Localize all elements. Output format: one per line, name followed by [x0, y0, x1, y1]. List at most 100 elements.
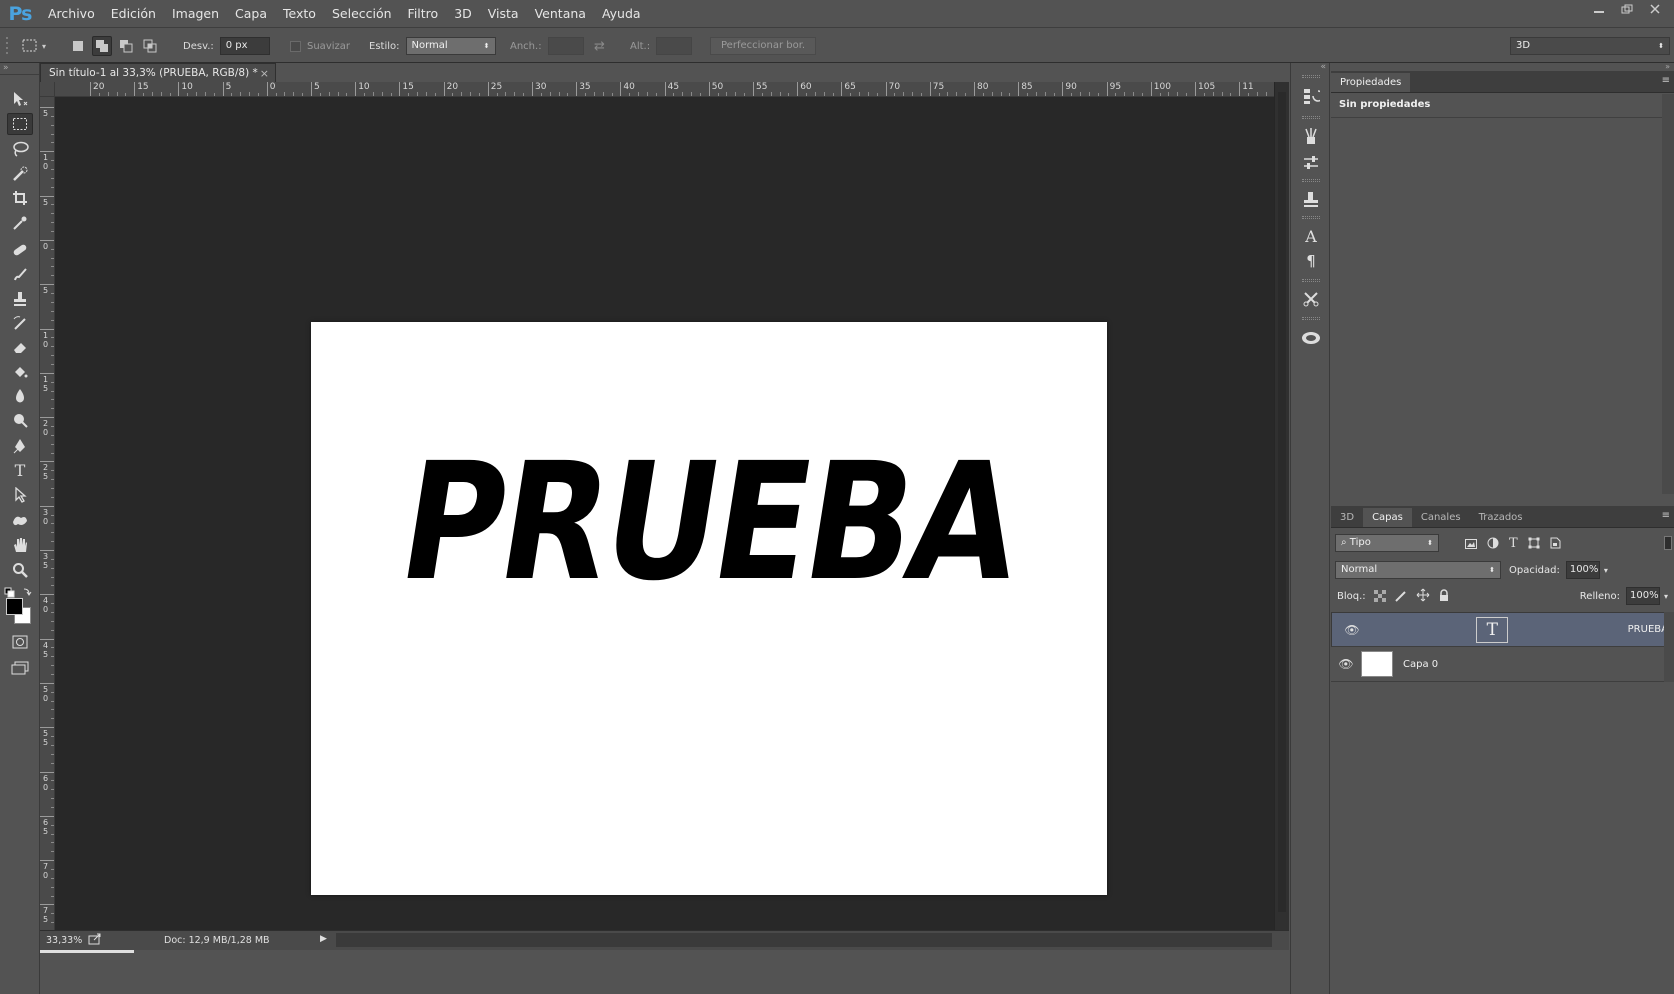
antialias-checkbox[interactable]	[290, 40, 301, 52]
close-window-button[interactable]	[1644, 2, 1666, 18]
menu-seleccion[interactable]: Selección	[324, 0, 400, 27]
ruler-origin[interactable]	[40, 82, 55, 97]
close-document-icon[interactable]: ×	[260, 67, 269, 80]
bottom-scroll-thumb[interactable]	[40, 950, 134, 953]
dock-grip[interactable]	[1302, 317, 1320, 320]
visibility-eye-icon[interactable]: 👁	[1337, 622, 1367, 638]
dock-grip[interactable]	[1302, 75, 1320, 78]
panel-menu-icon[interactable]: ≡	[1662, 510, 1670, 521]
type-tool-icon[interactable]: T	[7, 459, 33, 481]
tab-trazados[interactable]: Trazados	[1470, 508, 1532, 527]
blend-mode-select[interactable]: Normal ⬍	[1335, 561, 1501, 579]
opacity-input[interactable]: 100%	[1565, 561, 1600, 579]
panel-menu-icon[interactable]: ≡	[1662, 75, 1670, 86]
tab-3d[interactable]: 3D	[1331, 508, 1363, 527]
menu-3d[interactable]: 3D	[446, 0, 480, 27]
subtract-from-selection-icon[interactable]	[116, 36, 136, 56]
tab-propiedades[interactable]: Propiedades	[1331, 73, 1411, 92]
dock-grip[interactable]	[1302, 216, 1320, 219]
document-tab[interactable]: Sin título-1 al 33,3% (PRUEBA, RGB/8) * …	[40, 63, 276, 82]
default-colors-icon[interactable]	[4, 584, 34, 598]
dock-grip[interactable]	[1302, 279, 1320, 282]
quick-selection-tool-icon[interactable]	[7, 163, 33, 185]
brush-tool-icon[interactable]	[7, 263, 33, 285]
dock-grip[interactable]	[1302, 179, 1320, 182]
menu-vista[interactable]: Vista	[480, 0, 527, 27]
dock-collapse-icon[interactable]: «	[1291, 63, 1329, 73]
fill-dropdown-icon[interactable]: ▾	[1664, 592, 1668, 601]
menu-texto[interactable]: Texto	[275, 0, 324, 27]
eyedropper-tool-icon[interactable]	[7, 212, 33, 234]
layer-row-capa-0[interactable]: 👁 Capa 0	[1331, 647, 1674, 682]
menu-capa[interactable]: Capa	[227, 0, 275, 27]
quick-mask-icon[interactable]	[7, 631, 33, 653]
rectangular-marquee-tool-icon[interactable]	[7, 113, 33, 135]
layer-name[interactable]: Capa 0	[1403, 659, 1438, 670]
lock-position-icon[interactable]	[1416, 587, 1430, 606]
custom-shape-tool-icon[interactable]	[7, 509, 33, 531]
workspace-select[interactable]: 3D ⬍	[1510, 37, 1670, 55]
panel-collapse-grip[interactable]	[4, 28, 10, 64]
healing-brush-tool-icon[interactable]	[7, 239, 33, 261]
filter-shape-icon[interactable]	[1528, 534, 1540, 553]
lasso-tool-icon[interactable]	[7, 138, 33, 160]
eraser-tool-icon[interactable]	[7, 336, 33, 358]
pen-tool-icon[interactable]	[7, 435, 33, 457]
new-selection-icon[interactable]	[68, 36, 88, 56]
vertical-scrollbar[interactable]	[1274, 82, 1289, 950]
tool-presets-icon[interactable]	[1299, 288, 1323, 310]
export-icon[interactable]	[88, 933, 102, 948]
foreground-color-swatch[interactable]	[6, 598, 23, 615]
hand-tool-icon[interactable]	[7, 534, 33, 556]
dodge-tool-icon[interactable]	[7, 409, 33, 431]
menu-filtro[interactable]: Filtro	[400, 0, 447, 27]
menu-ventana[interactable]: Ventana	[527, 0, 594, 27]
add-to-selection-icon[interactable]	[92, 36, 112, 56]
history-panel-icon[interactable]	[1299, 85, 1323, 107]
preset-dropdown-icon[interactable]: ▾	[42, 42, 46, 51]
lock-image-icon[interactable]	[1394, 587, 1408, 606]
move-tool-icon[interactable]	[7, 88, 33, 110]
menu-imagen[interactable]: Imagen	[164, 0, 227, 27]
visibility-eye-icon[interactable]: 👁	[1331, 657, 1361, 671]
dock-grip[interactable]	[1302, 116, 1320, 119]
character-panel-icon[interactable]: A	[1299, 225, 1323, 247]
filter-adjustment-icon[interactable]	[1487, 534, 1499, 553]
opacity-dropdown-icon[interactable]: ▾	[1604, 566, 1608, 575]
clone-stamp-tool-icon[interactable]	[7, 288, 33, 310]
lock-all-icon[interactable]	[1438, 587, 1450, 606]
marquee-preset-icon[interactable]	[20, 36, 40, 56]
lock-transparent-icon[interactable]	[1373, 587, 1386, 606]
fill-input[interactable]: 100%	[1625, 587, 1660, 605]
panel-collapse-arrows-icon[interactable]: »	[1331, 63, 1674, 71]
restore-button[interactable]	[1616, 2, 1638, 18]
zoom-tool-icon[interactable]	[7, 559, 33, 581]
image-canvas[interactable]: PRUEBA	[311, 322, 1107, 895]
layer-row-prueba[interactable]: 👁 T PRUEBA	[1331, 612, 1674, 647]
filter-type-icon[interactable]: T	[1509, 536, 1518, 551]
clone-source-icon[interactable]	[1299, 188, 1323, 210]
properties-scrollbar[interactable]	[1662, 94, 1674, 494]
filter-pixel-icon[interactable]	[1465, 534, 1477, 553]
brush-presets-icon[interactable]	[1299, 125, 1323, 147]
layer-filter-select[interactable]: ⌕ Tipo ⬍	[1335, 534, 1439, 552]
crop-tool-icon[interactable]	[7, 187, 33, 209]
history-brush-tool-icon[interactable]	[7, 312, 33, 334]
paragraph-panel-icon[interactable]: ¶	[1299, 250, 1323, 272]
filter-smart-object-icon[interactable]	[1550, 534, 1561, 553]
tools-collapse-icon[interactable]: »	[0, 63, 39, 75]
vertical-ruler[interactable]: 5 1 0 5 0 5 1 0 1 5 2 0 2 5 3 0 3 5 4 0 4 5 5 0 5 5 6 0…	[40, 97, 55, 950]
horizontal-scrollbar[interactable]	[336, 933, 1272, 947]
menu-archivo[interactable]: Archivo	[40, 0, 103, 27]
vertical-scrollbar-track[interactable]	[1278, 92, 1286, 912]
minimize-button[interactable]	[1588, 2, 1610, 18]
tab-canales[interactable]: Canales	[1412, 508, 1470, 527]
style-select[interactable]: Normal ⬍	[405, 37, 496, 55]
feather-input[interactable]: 0 px	[219, 37, 270, 55]
zoom-level[interactable]: 33,33%	[46, 935, 82, 946]
horizontal-ruler[interactable]: 20 15 10 5 0 5 10 15 20 25 30 35 40 45 50 55 60 65 70 75 80 8…	[55, 82, 1289, 97]
layers-scrollbar[interactable]	[1664, 612, 1674, 682]
adjustments-icon[interactable]	[1299, 152, 1323, 174]
creative-cloud-libraries-icon[interactable]	[1299, 326, 1323, 348]
path-selection-tool-icon[interactable]	[7, 484, 33, 506]
